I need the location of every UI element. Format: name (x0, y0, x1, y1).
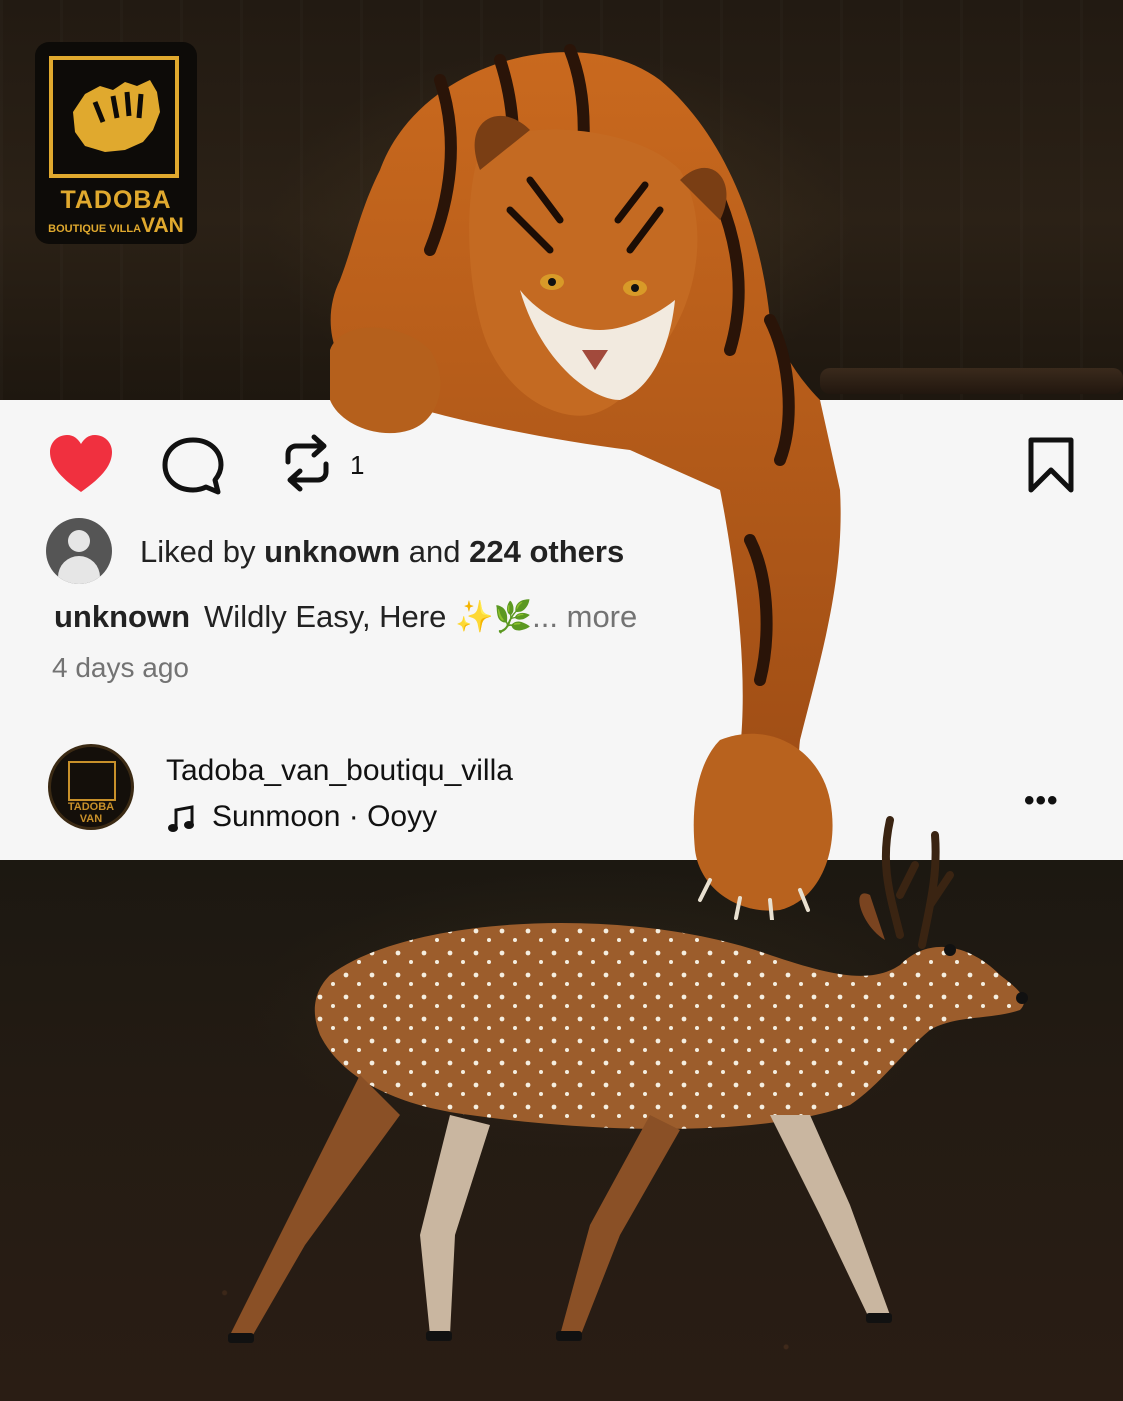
tiger-illustration (330, 44, 841, 920)
logo-title: TADOBA (60, 186, 172, 214)
likes-prefix: Liked by (140, 534, 256, 569)
music-note-icon (168, 805, 194, 832)
comment-icon[interactable] (160, 436, 226, 496)
mini-logo-sub: VAN (79, 813, 103, 825)
caption-user[interactable]: unknown (54, 599, 190, 634)
logo-subtitle-left: BOUTIQUE VILLA (48, 223, 142, 235)
logo-tiger-icon (73, 80, 160, 152)
logo-subtitle: BOUTIQUE VILLAVAN (35, 214, 197, 238)
post-timestamp: 4 days ago (52, 652, 189, 683)
avatar-body (58, 556, 100, 584)
brand-logo: TADOBA BOUTIQUE VILLAVAN (35, 42, 197, 244)
deer-illustration (228, 816, 1028, 1343)
account-avatar-text: TADOBA VAN (51, 801, 131, 825)
heart-icon[interactable] (48, 434, 114, 494)
account-avatar-logo (68, 761, 116, 801)
account-avatar[interactable]: TADOBA VAN (48, 744, 134, 830)
logo-subtitle-right: VAN (141, 214, 184, 237)
liker-avatar[interactable] (46, 518, 112, 584)
avatar-head (68, 530, 90, 552)
bookmark-icon[interactable] (1026, 436, 1076, 494)
more-options-button[interactable]: ••• (1024, 784, 1059, 818)
mini-logo-title: TADOBA (67, 801, 115, 813)
